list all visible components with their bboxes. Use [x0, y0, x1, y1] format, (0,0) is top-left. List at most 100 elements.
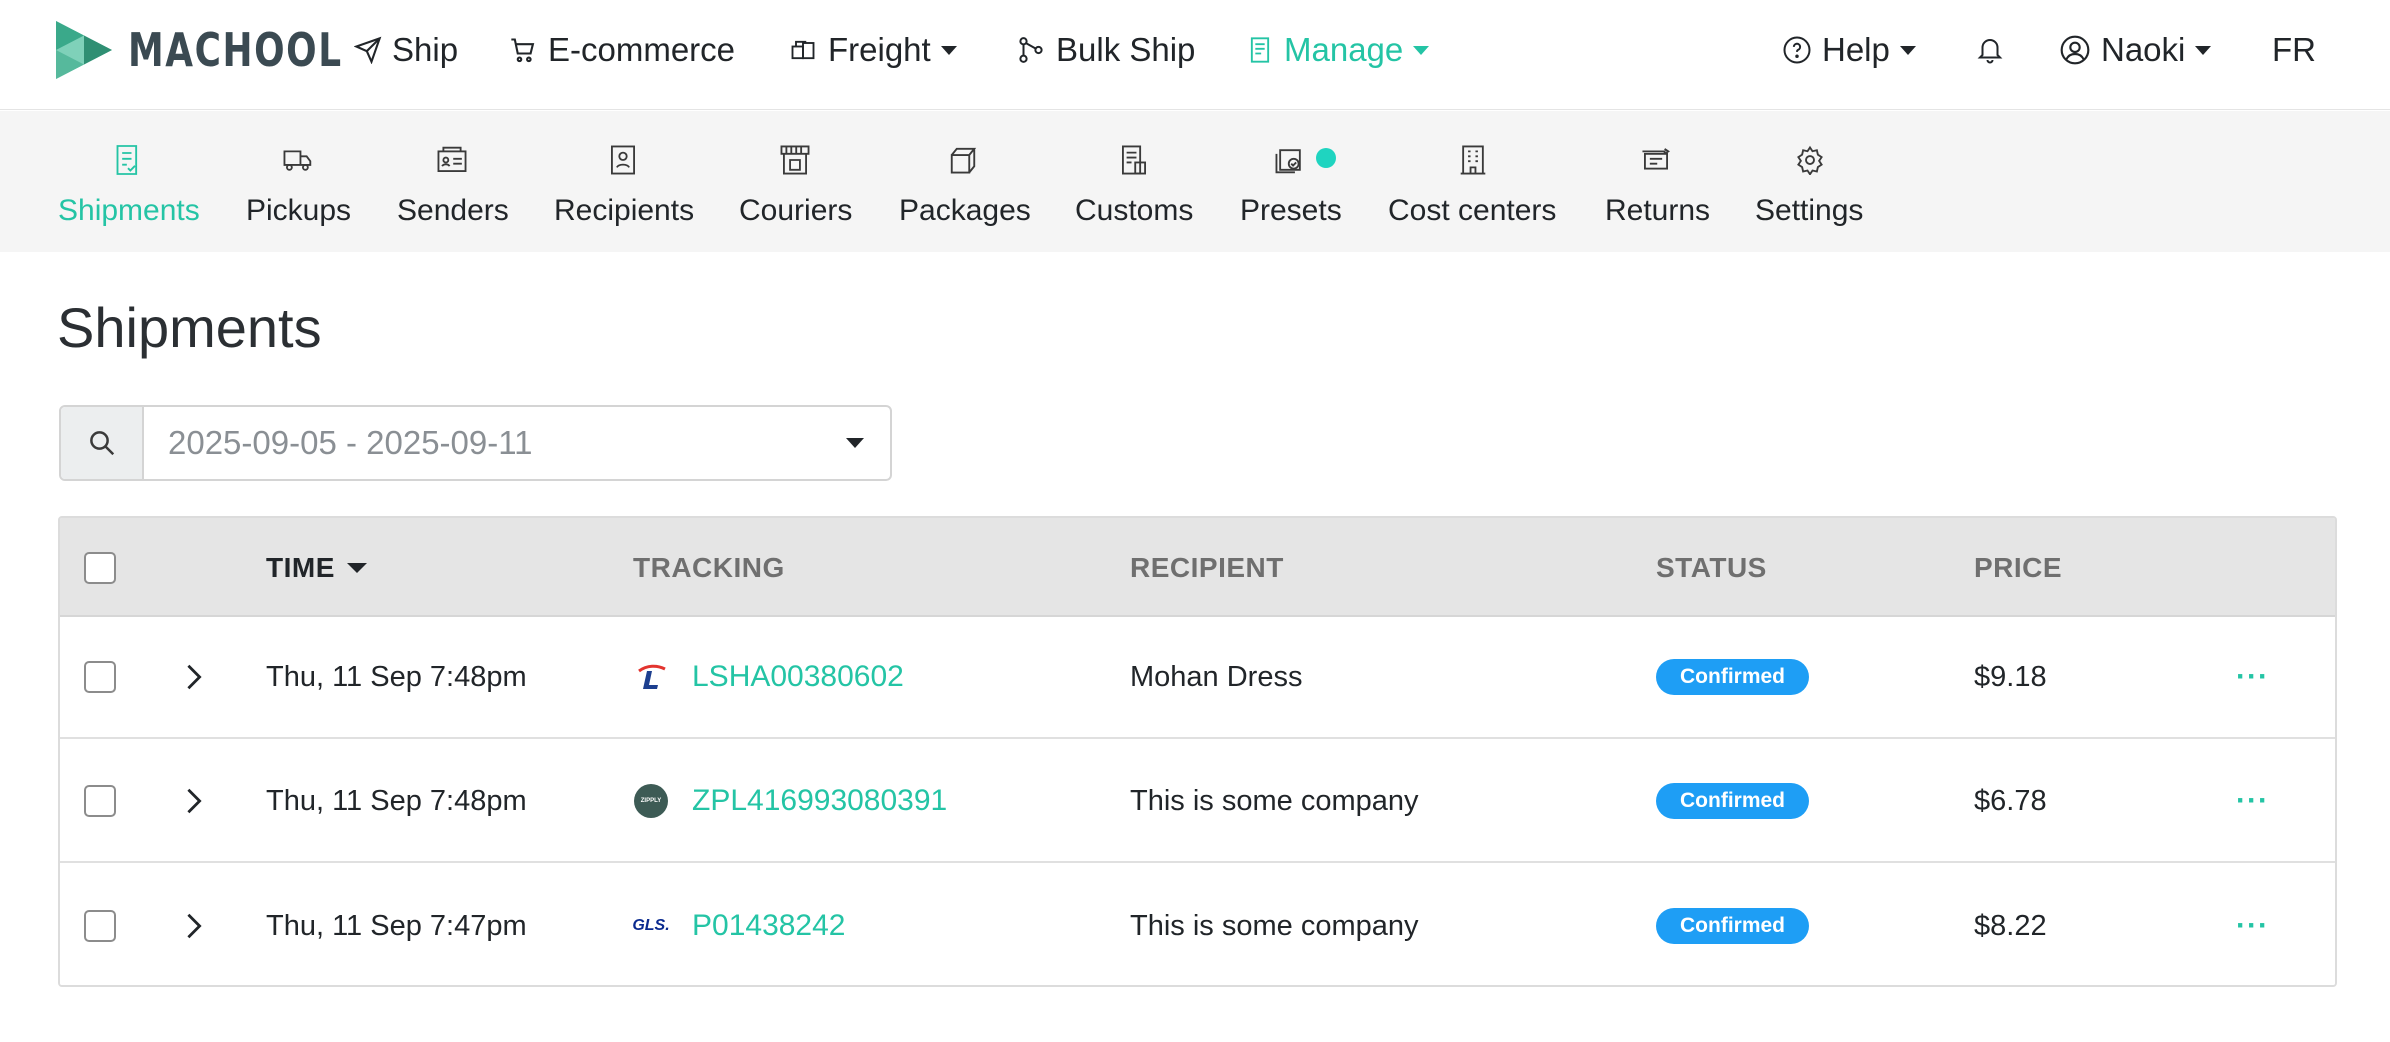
- paper-plane-icon: [354, 36, 382, 64]
- boxes-icon: [791, 40, 815, 60]
- subnav-recipients-label: Recipients: [554, 194, 695, 227]
- table-row[interactable]: Thu, 11 Sep 7:47pm GLS. P01438242 This i…: [60, 865, 2335, 985]
- tracking-link[interactable]: ZPL416993080391: [692, 784, 947, 818]
- subnav-packages-label: Packages: [899, 194, 1031, 227]
- nav-ship[interactable]: Ship: [354, 26, 458, 74]
- select-all-checkbox[interactable]: [84, 551, 116, 584]
- nav-freight[interactable]: Freight: [788, 26, 957, 74]
- search-icon: [89, 431, 114, 456]
- row-checkbox[interactable]: [84, 785, 116, 817]
- chevron-down-icon: [1413, 45, 1430, 55]
- row-more-actions[interactable]: ···: [2236, 617, 2269, 737]
- chevron-down-icon: [2195, 45, 2212, 55]
- zipply-logo: ZIPPLY: [634, 784, 668, 818]
- loomis-logo: [634, 660, 668, 694]
- row-checkbox[interactable]: [84, 910, 116, 942]
- subnav-pickups[interactable]: Pickups: [246, 111, 352, 252]
- building-icon: [1453, 141, 1493, 179]
- subnav-senders[interactable]: Senders: [397, 111, 509, 252]
- nav-manage-label: Manage: [1284, 31, 1404, 68]
- subnav-settings[interactable]: Settings: [1755, 111, 1865, 252]
- expand-row-button[interactable]: [184, 865, 204, 985]
- top-navbar: MACHOOL Ship E-commerce Freight Bulk Shi…: [0, 0, 2390, 110]
- chevron-right-icon: [187, 788, 202, 814]
- row-checkbox[interactable]: [84, 661, 116, 693]
- subnav-shipments-label: Shipments: [58, 194, 200, 227]
- bell-icon: [1977, 39, 2003, 64]
- column-recipient: RECIPIENT: [1130, 518, 1284, 617]
- chevron-down-icon: [846, 438, 864, 448]
- row-more-actions[interactable]: ···: [2236, 741, 2269, 861]
- returns-icon: [1636, 141, 1676, 179]
- row-recipient: This is some company: [1130, 784, 1419, 817]
- nav-ecommerce-label: E-commerce: [548, 31, 736, 68]
- nav-freight-label: Freight: [828, 31, 931, 68]
- subnav-couriers[interactable]: Couriers: [739, 111, 852, 252]
- chevron-right-icon: [187, 913, 202, 939]
- document-icon: [1250, 37, 1270, 63]
- user-name: Naoki: [2101, 31, 2186, 68]
- language-toggle[interactable]: FR: [2272, 26, 2316, 74]
- row-select-cell: [84, 741, 116, 861]
- package-icon: [943, 141, 983, 179]
- date-range-value[interactable]: 2025-09-05 - 2025-09-11: [144, 407, 820, 479]
- table-row[interactable]: Thu, 11 Sep 7:48pm ZIPPLY ZPL41699308039…: [60, 741, 2335, 863]
- table-row[interactable]: Thu, 11 Sep 7:48pm LSHA00380602 Mohan Dr…: [60, 617, 2335, 739]
- manage-subnav: Shipments Pickups Senders Recipients Cou…: [0, 111, 2390, 252]
- select-all-cell: [84, 518, 116, 617]
- date-range-filter[interactable]: 2025-09-05 - 2025-09-11: [59, 405, 892, 481]
- id-card-icon: [432, 141, 472, 179]
- subnav-pickups-label: Pickups: [246, 194, 352, 227]
- user-menu[interactable]: Naoki: [2059, 26, 2212, 74]
- user-card-icon: [603, 141, 643, 179]
- date-range-dropdown-toggle[interactable]: [820, 407, 890, 479]
- help-menu[interactable]: Help: [1782, 26, 1916, 74]
- notifications-button[interactable]: [1975, 26, 2015, 74]
- row-time: Thu, 11 Sep 7:47pm: [266, 909, 527, 942]
- user-circle-icon: [2060, 35, 2090, 65]
- store-icon: [775, 141, 815, 179]
- subnav-shipments[interactable]: Shipments: [58, 111, 200, 252]
- column-tracking: TRACKING: [633, 518, 785, 617]
- subnav-cost-centers-label: Cost centers: [1388, 194, 1557, 227]
- table-header: TIME TRACKING RECIPIENT STATUS PRICE: [60, 518, 2335, 617]
- subnav-returns[interactable]: Returns: [1605, 111, 1710, 252]
- row-price: $9.18: [1974, 660, 2047, 693]
- customs-doc-icon: [1114, 141, 1154, 179]
- nav-ecommerce[interactable]: E-commerce: [508, 26, 735, 74]
- subnav-packages[interactable]: Packages: [899, 111, 1031, 252]
- expand-row-button[interactable]: [184, 617, 204, 737]
- status-badge: Confirmed: [1656, 908, 1809, 944]
- row-select-cell: [84, 617, 116, 737]
- row-status: Confirmed: [1656, 741, 1809, 861]
- logo-mark-icon: [56, 21, 112, 79]
- tracking-link[interactable]: P01438242: [692, 909, 846, 943]
- row-tracking: LSHA00380602: [634, 617, 904, 737]
- column-time-label: TIME: [266, 551, 335, 583]
- shipments-icon: [108, 141, 148, 179]
- subnav-cost-centers[interactable]: Cost centers: [1388, 111, 1558, 252]
- subnav-presets[interactable]: Presets: [1240, 111, 1342, 252]
- machool-logo[interactable]: MACHOOL: [56, 19, 403, 81]
- truck-icon: [278, 141, 318, 179]
- subnav-customs-label: Customs: [1075, 194, 1194, 227]
- shipments-table: TIME TRACKING RECIPIENT STATUS PRICE Thu…: [58, 516, 2337, 987]
- nav-bulk-ship[interactable]: Bulk Ship: [1016, 26, 1195, 74]
- presets-icon: [1270, 141, 1310, 179]
- cart-icon: [511, 38, 535, 63]
- row-time: Thu, 11 Sep 7:48pm: [266, 784, 527, 817]
- page-title: Shipments: [57, 296, 322, 359]
- subnav-recipients[interactable]: Recipients: [554, 111, 695, 252]
- row-more-actions[interactable]: ···: [2236, 865, 2269, 985]
- expand-row-button[interactable]: [184, 741, 204, 861]
- chevron-down-icon: [1899, 45, 1916, 55]
- search-button[interactable]: [61, 407, 144, 479]
- column-status-label: STATUS: [1656, 551, 1767, 583]
- subnav-customs[interactable]: Customs: [1075, 111, 1193, 252]
- nav-bulk-ship-label: Bulk Ship: [1056, 31, 1196, 68]
- column-price-label: PRICE: [1974, 551, 2063, 583]
- nav-manage[interactable]: Manage: [1246, 26, 1430, 74]
- column-time[interactable]: TIME: [266, 518, 367, 617]
- tracking-link[interactable]: LSHA00380602: [692, 660, 904, 694]
- subnav-senders-label: Senders: [397, 194, 509, 227]
